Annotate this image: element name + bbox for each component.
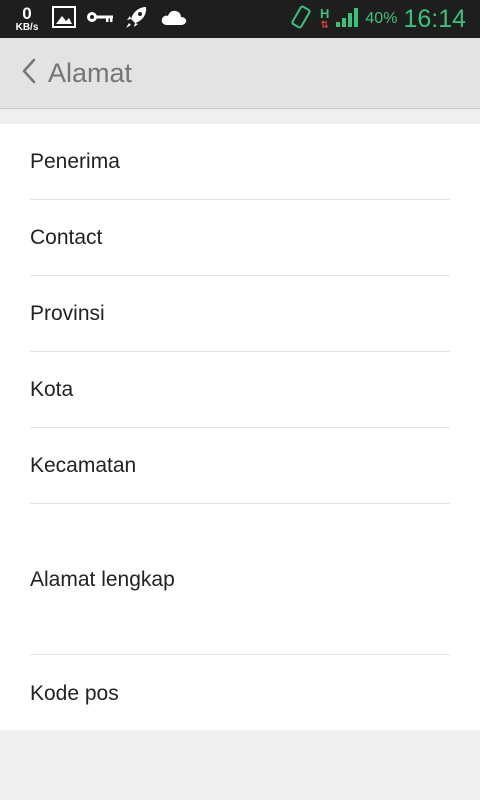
speed-value: 0 [22,4,32,23]
screen-rotation-icon [288,4,314,35]
field-label: Alamat lengkap [30,568,175,591]
image-icon [52,5,76,33]
province-select[interactable] [210,286,450,341]
speed-unit: KB/s [15,22,39,33]
recipient-input[interactable] [210,134,450,189]
page-title: Alamat [48,57,133,88]
field-label: Contact [30,226,103,249]
signal-icon [335,6,359,33]
battery-level: 40% [365,10,398,27]
field-label: Kecamatan [30,454,137,477]
field-label: Provinsi [30,302,105,325]
district-select[interactable] [210,438,450,493]
key-icon [86,10,114,29]
status-bar: 0 KB/s H ⇅ 40% 16:14 [0,0,480,38]
field-kode-pos[interactable]: Kode pos [30,655,450,730]
city-select[interactable] [210,362,450,417]
clock: 16:14 [403,4,466,33]
field-alamat-lengkap[interactable]: Alamat lengkap [30,504,450,655]
app-bar: Alamat [0,38,480,109]
field-kecamatan[interactable]: Kecamatan [30,428,450,504]
address-form: Penerima Contact Provinsi Kota Kecamatan… [0,124,480,730]
field-label: Penerima [30,150,120,173]
network-speed: 0 KB/s [12,5,42,33]
network-type-indicator: H ⇅ [320,7,329,31]
field-contact[interactable]: Contact [30,200,450,276]
network-type: H [320,6,330,21]
status-left-icons: 0 KB/s [12,3,188,35]
back-button[interactable] [16,58,42,89]
rocket-icon [124,4,150,35]
data-activity-icon: ⇅ [320,20,329,31]
field-kota[interactable]: Kota [30,352,450,428]
postal-code-input[interactable] [210,665,450,720]
contact-input[interactable] [210,210,450,265]
cloud-icon [160,7,188,32]
status-right-icons: H ⇅ 40% 16:14 [288,3,466,35]
field-label: Kota [30,378,74,401]
full-address-input[interactable] [210,514,450,644]
field-penerima[interactable]: Penerima [30,124,450,200]
chevron-left-icon [21,58,37,89]
field-provinsi[interactable]: Provinsi [30,276,450,352]
field-label: Kode pos [30,682,119,705]
